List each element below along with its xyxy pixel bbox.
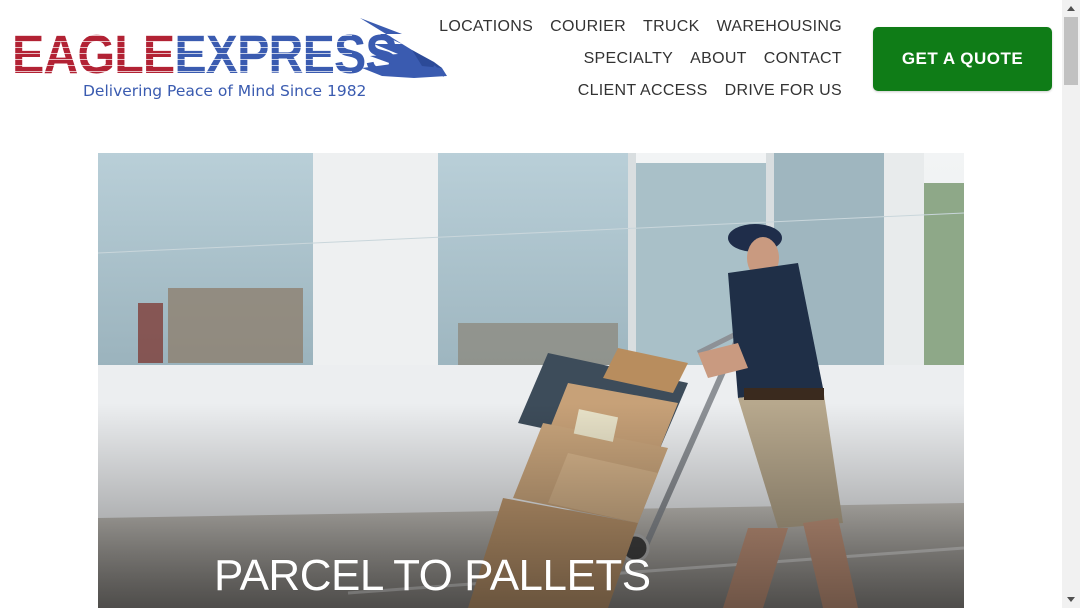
nav-link-contact[interactable]: CONTACT — [764, 50, 842, 68]
page-scrollbar[interactable] — [1062, 0, 1080, 608]
scroll-down-arrow-icon[interactable] — [1062, 591, 1080, 608]
eagle-bird-icon — [360, 18, 447, 78]
hero-title: PARCEL TO PALLETS — [214, 551, 651, 600]
eagle-express-logo[interactable]: EAGLEEXPRESS Delivering Peace of Mind Si… — [12, 18, 447, 108]
nav-link-locations[interactable]: LOCATIONS — [439, 18, 533, 36]
nav-link-truck[interactable]: TRUCK — [643, 18, 700, 36]
nav-link-specialty[interactable]: SPECIALTY — [584, 50, 674, 68]
logo-tagline: Delivering Peace of Mind Since 1982 — [83, 82, 367, 100]
logo-wordmark: EAGLEEXPRESS — [12, 23, 398, 85]
nav-link-courier[interactable]: COURIER — [550, 18, 626, 36]
get-a-quote-button[interactable]: GET A QUOTE — [873, 27, 1052, 91]
scrollbar-thumb[interactable] — [1064, 17, 1078, 85]
scroll-up-arrow-icon[interactable] — [1062, 0, 1080, 17]
nav-link-drive-for-us[interactable]: DRIVE FOR US — [725, 82, 842, 100]
nav-link-about[interactable]: ABOUT — [690, 50, 747, 68]
nav-row-2: SPECIALTY ABOUT CONTACT — [584, 50, 842, 68]
nav-link-client-access[interactable]: CLIENT ACCESS — [578, 82, 708, 100]
nav-row-3: CLIENT ACCESS DRIVE FOR US — [578, 82, 842, 100]
hero-banner: PARCEL TO PALLETS — [98, 153, 964, 608]
hero-photo — [98, 153, 964, 608]
nav-link-warehousing[interactable]: WAREHOUSING — [717, 18, 842, 36]
page: EAGLEEXPRESS Delivering Peace of Mind Si… — [0, 0, 1062, 608]
nav-row-1: LOCATIONS COURIER TRUCK WAREHOUSING — [439, 18, 842, 36]
logo-word-eagle: EAGLE — [12, 23, 175, 85]
